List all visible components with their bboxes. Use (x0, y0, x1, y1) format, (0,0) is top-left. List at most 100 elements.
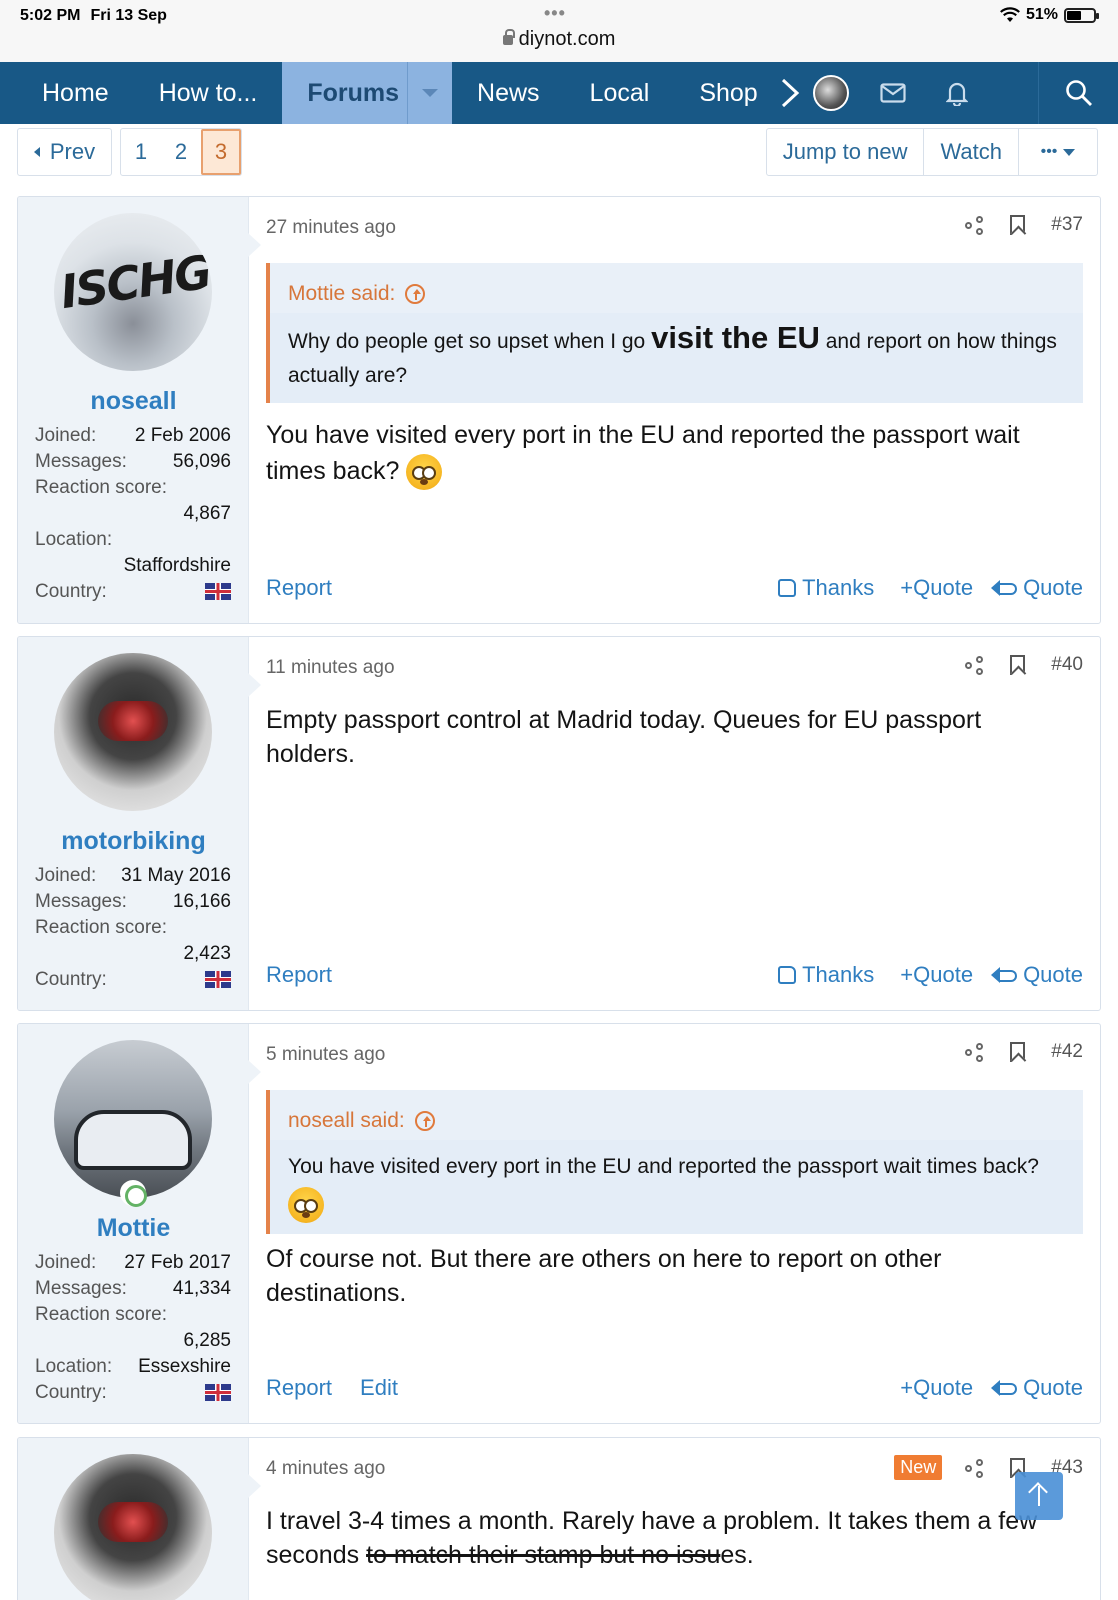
watch-button[interactable]: Watch (924, 129, 1019, 175)
message-cell: 11 minutes ago #40 Empty passport contro… (249, 637, 1100, 1010)
post-number[interactable]: #37 (1051, 214, 1083, 236)
bell-icon (945, 82, 968, 106)
lock-icon (502, 29, 515, 45)
plus-icon: + (900, 575, 914, 600)
arrow-up-circle-icon[interactable] (414, 1111, 435, 1131)
post-actions: Report Thanks +Quote Quote (266, 962, 1083, 988)
user-info: Mottie Joined: 27 Feb 2017 Messages: 41,33… (18, 1024, 261, 1423)
nav-forums[interactable]: Forums (282, 62, 453, 124)
caret-left-icon (33, 147, 40, 157)
nav-news[interactable]: News (452, 62, 565, 124)
post-body-end: es. (720, 1541, 754, 1569)
thread-actions: Jump to new Watch ••• (765, 128, 1098, 176)
username[interactable]: motorbiking (18, 827, 249, 856)
prev-page-button[interactable]: Prev (17, 128, 112, 176)
thanks-label: Thanks (802, 575, 875, 600)
thumbs-up-icon (778, 579, 797, 597)
joined-label: Joined: (35, 1252, 97, 1273)
username[interactable]: noseall (18, 387, 249, 416)
user-info (18, 1438, 261, 1600)
quote-header[interactable]: Mottie said: (270, 263, 1083, 313)
nav-local[interactable]: Local (565, 62, 675, 124)
post-tools: #37 (964, 214, 1083, 236)
post-number[interactable]: #42 (1051, 1041, 1083, 1063)
new-badge: New (894, 1455, 943, 1480)
messages-value: 16,166 (172, 891, 231, 912)
quote-author: noseall said: (288, 1109, 405, 1132)
arrow-up-circle-icon[interactable] (405, 284, 426, 304)
quote-button[interactable]: Quote (991, 962, 1083, 988)
joined-value: 2 Feb 2006 (134, 425, 231, 446)
multi-quote-button[interactable]: +Quote (900, 575, 973, 601)
user-stats: Joined: 31 May 2016 Messages: 16,166 React… (35, 863, 231, 993)
inbox-button[interactable] (861, 62, 925, 124)
quote-label: Quote (1023, 962, 1083, 987)
page-3-current[interactable]: 3 (201, 129, 241, 175)
uk-flag-icon (205, 1384, 231, 1401)
status-indicators: 51% (1000, 6, 1099, 24)
status-time: 5:02 PM Fri 13 Sep (20, 7, 167, 25)
bookmark-icon[interactable] (1010, 215, 1026, 235)
search-button[interactable] (1038, 62, 1118, 124)
post-time[interactable]: 11 minutes ago (266, 657, 395, 679)
reaction-label: Reaction score: (35, 477, 168, 498)
scroll-to-top-button[interactable] (1015, 1472, 1063, 1520)
username[interactable]: Mottie (18, 1214, 249, 1243)
bookmark-icon[interactable] (1010, 655, 1026, 675)
url-bar[interactable]: diynot.com (0, 28, 1118, 51)
multi-quote-label: Quote (913, 575, 974, 600)
more-options-button[interactable]: ••• (1019, 129, 1097, 175)
quote-header[interactable]: noseall said: (270, 1090, 1083, 1140)
bookmark-icon[interactable] (1010, 1042, 1026, 1062)
quote-body: Why do people get so upset when I go vis… (270, 313, 1083, 403)
chevron-right-icon[interactable] (779, 78, 801, 108)
avatar-image: ISCHGL (57, 240, 212, 320)
share-icon[interactable] (964, 1042, 984, 1062)
quote-button[interactable]: Quote (991, 1375, 1083, 1401)
avatar[interactable] (54, 653, 212, 811)
avatar[interactable]: ISCHGL (54, 213, 212, 371)
post-number[interactable]: #40 (1051, 654, 1083, 676)
country-label: Country: (35, 969, 107, 990)
alerts-button[interactable] (925, 62, 989, 124)
page-1[interactable]: 1 (121, 129, 161, 175)
post-time[interactable]: 4 minutes ago (266, 1458, 385, 1480)
quote-text: Why do people get so upset when I go (288, 330, 652, 353)
share-icon[interactable] (964, 655, 984, 675)
post-time[interactable]: 27 minutes ago (266, 217, 396, 239)
multitask-dots-icon[interactable]: ••• (544, 3, 566, 24)
message-cell: 27 minutes ago #37 Mottie said: Why do p… (249, 197, 1100, 623)
post-body-text: You have visited every port in the EU an… (266, 421, 1020, 485)
thanks-button[interactable]: Thanks (778, 962, 874, 988)
page-2[interactable]: 2 (161, 129, 201, 175)
report-button[interactable]: Report (266, 1375, 332, 1401)
avatar[interactable] (54, 1454, 212, 1600)
arrow-up-icon (1038, 1486, 1040, 1506)
thanks-button[interactable]: Thanks (778, 575, 874, 601)
report-button[interactable]: Report (266, 575, 332, 601)
edit-button[interactable]: Edit (360, 1375, 398, 1401)
nav-shop[interactable]: Shop (674, 62, 782, 124)
post-time[interactable]: 5 minutes ago (266, 1044, 385, 1066)
prev-label: Prev (49, 139, 96, 164)
flushed-face-emoji-icon (406, 454, 443, 491)
nav-forums-label[interactable]: Forums (307, 79, 399, 108)
user-avatar[interactable] (812, 75, 849, 111)
avatar[interactable] (54, 1040, 212, 1198)
multi-quote-button[interactable]: +Quote (900, 962, 973, 988)
nav-how-to[interactable]: How to... (134, 62, 283, 124)
more-dots-icon: ••• (1040, 143, 1058, 160)
jump-to-new-button[interactable]: Jump to new (767, 129, 925, 175)
country-label: Country: (35, 581, 107, 602)
multi-quote-button[interactable]: +Quote (900, 1375, 973, 1401)
forums-dropdown-toggle[interactable] (407, 62, 452, 124)
share-icon[interactable] (964, 215, 984, 235)
quote-button[interactable]: Quote (991, 575, 1083, 601)
share-icon[interactable] (964, 1458, 984, 1478)
joined-value: 27 Feb 2017 (124, 1252, 231, 1273)
nav-home[interactable]: Home (0, 62, 134, 124)
report-button[interactable]: Report (266, 962, 332, 988)
quote-text: You have visited every port in the EU an… (288, 1155, 1039, 1178)
uk-flag-icon (205, 971, 231, 988)
message-cell: 5 minutes ago #42 noseall said: You have… (249, 1024, 1100, 1423)
